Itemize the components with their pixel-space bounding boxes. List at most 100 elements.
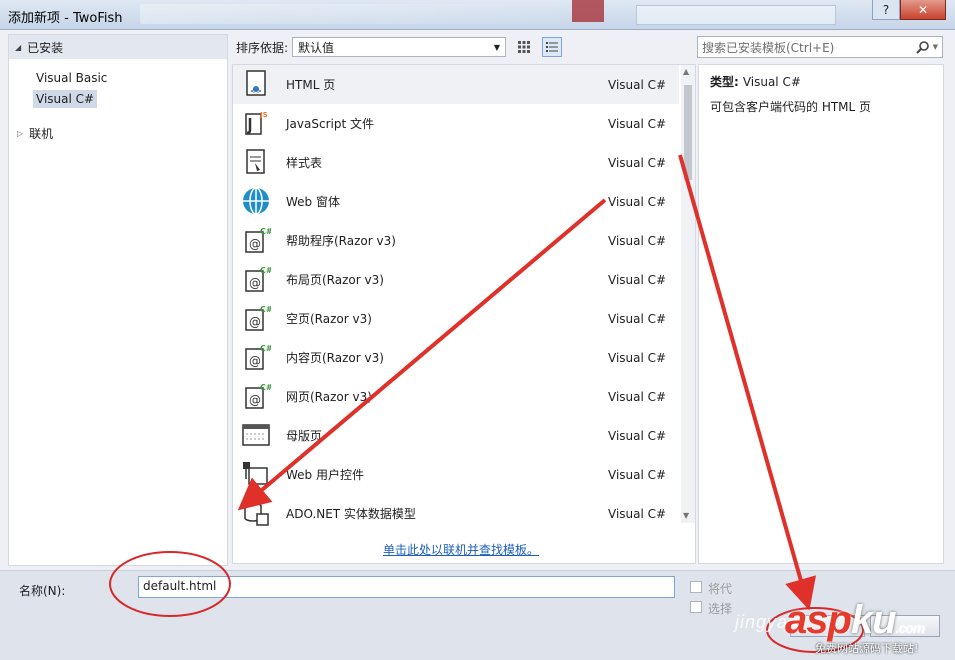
installed-label: 已安装: [27, 40, 64, 55]
template-row[interactable]: JS JavaScript 文件 Visual C#: [233, 104, 679, 143]
javascript-file-icon: JS: [241, 108, 271, 138]
template-language: Visual C#: [608, 350, 667, 365]
html-page-icon: < >: [241, 69, 271, 99]
find-templates-online-link[interactable]: 单击此处以联机并查找模板。: [383, 541, 539, 558]
background-window-searchbox: [636, 5, 836, 25]
razor-webpage-icon: @C#: [241, 381, 273, 411]
online-label: 联机: [29, 127, 54, 141]
svg-text:@: @: [249, 276, 261, 290]
web-form-icon: [241, 186, 271, 216]
tree-item-visual-basic[interactable]: Visual Basic: [33, 69, 110, 87]
template-row[interactable]: Web 用户控件 Visual C#: [233, 455, 679, 494]
svg-text:@: @: [249, 315, 261, 329]
template-language: Visual C#: [608, 272, 667, 287]
installed-node[interactable]: ◢ 已安装: [9, 35, 227, 59]
scroll-up-arrow-icon[interactable]: ▲: [683, 67, 689, 76]
watermark-brand-b: ku: [850, 598, 897, 642]
search-options-chevron-icon[interactable]: ▼: [933, 43, 938, 51]
template-language: Visual C#: [608, 467, 667, 482]
tree-item-visual-csharp[interactable]: Visual C#: [33, 90, 98, 108]
option-checkbox-2[interactable]: [690, 601, 702, 613]
template-name: Web 用户控件: [286, 468, 364, 482]
svg-text:@: @: [249, 393, 261, 407]
title-bar: 添加新项 - TwoFish ? ✕: [0, 0, 955, 30]
watermark-brand-c: .com: [895, 620, 926, 636]
expanded-triangle-icon[interactable]: ◢: [15, 43, 21, 52]
list-view-button[interactable]: [542, 37, 563, 57]
template-row[interactable]: < > HTML 页 Visual C#: [233, 65, 679, 104]
template-name: HTML 页: [286, 78, 336, 92]
template-name: 布局页(Razor v3): [286, 273, 384, 287]
svg-text:C#: C#: [260, 344, 271, 353]
option-checkbox-1-label: 将代: [708, 582, 733, 596]
template-row[interactable]: @C# 网页(Razor v3) Visual C#: [233, 377, 679, 416]
grid-view-icon: [518, 41, 531, 53]
ado-net-model-icon: [241, 498, 271, 528]
type-value: Visual C#: [742, 75, 801, 89]
template-name: 内容页(Razor v3): [286, 351, 384, 365]
template-language: Visual C#: [608, 428, 667, 443]
template-language: Visual C#: [608, 389, 667, 404]
chevron-down-icon: ▼: [493, 42, 501, 52]
search-box[interactable]: 搜索已安装模板(Ctrl+E) ▼: [697, 36, 943, 58]
name-field[interactable]: default.html: [138, 576, 675, 598]
template-row[interactable]: @C# 帮助程序(Razor v3) Visual C#: [233, 221, 679, 260]
template-language: Visual C#: [608, 194, 667, 209]
add-new-item-dialog: ◢ 已安装 Visual Basic Visual C# ▷ 联机 排序依据: …: [0, 30, 955, 660]
template-row[interactable]: Web 窗体 Visual C#: [233, 182, 679, 221]
option-checkbox-1[interactable]: [690, 581, 702, 593]
stylesheet-icon: [241, 147, 271, 177]
template-row[interactable]: ADO.NET 实体数据模型 Visual C#: [233, 494, 679, 533]
template-row[interactable]: @C# 空页(Razor v3) Visual C#: [233, 299, 679, 338]
scroll-down-arrow-icon[interactable]: ▼: [683, 511, 689, 520]
template-list: ADO.NET 实体数据模型 Visual C# Web 用户控件 Visual C#…: [232, 64, 696, 564]
help-button[interactable]: ?: [872, 0, 900, 20]
master-page-icon: [241, 420, 271, 450]
details-type: 类型: Visual C#: [710, 73, 801, 90]
razor-content-icon: @C#: [241, 342, 273, 372]
template-name: 母版页: [286, 429, 323, 443]
svg-text:@: @: [249, 237, 261, 251]
template-row[interactable]: 样式表 Visual C#: [233, 143, 679, 182]
search-icon[interactable]: [915, 40, 930, 54]
template-name: Web 窗体: [286, 195, 340, 209]
template-list-scrollbar[interactable]: ▲ ▼: [681, 65, 695, 523]
type-label: 类型:: [710, 75, 739, 89]
template-language: Visual C#: [608, 155, 667, 170]
sort-value: 默认值: [298, 40, 335, 55]
watermark-brand-a: asp: [785, 598, 852, 642]
search-input[interactable]: 搜索已安装模板(Ctrl+E): [702, 39, 916, 56]
list-view-icon: [546, 42, 559, 52]
razor-helper-icon: @C#: [241, 225, 273, 255]
svg-text:@: @: [249, 354, 261, 368]
template-row[interactable]: @C# 内容页(Razor v3) Visual C#: [233, 338, 679, 377]
template-row[interactable]: 母版页 Visual C#: [233, 416, 679, 455]
window-title: 添加新项 - TwoFish: [8, 11, 123, 26]
sort-label: 排序依据:: [236, 40, 289, 55]
svg-text:C#: C#: [260, 266, 271, 275]
template-name: 帮助程序(Razor v3): [286, 234, 396, 248]
close-button[interactable]: ✕: [900, 0, 946, 20]
category-tree: ◢ 已安装 Visual Basic Visual C# ▷ 联机: [8, 34, 228, 566]
template-name: 样式表: [286, 156, 323, 170]
svg-text:C#: C#: [260, 383, 271, 392]
template-language: Visual C#: [608, 77, 667, 92]
web-user-control-icon: [241, 459, 271, 489]
details-description: 可包含客户端代码的 HTML 页: [710, 100, 872, 114]
sort-dropdown[interactable]: 默认值 ▼: [292, 37, 507, 57]
online-node[interactable]: ▷ 联机: [17, 125, 53, 142]
template-language: Visual C#: [608, 311, 667, 326]
scrollbar-thumb[interactable]: [684, 85, 692, 180]
watermark-subtitle: 免费网站源码下载站!: [815, 642, 919, 655]
template-language: Visual C#: [608, 506, 667, 521]
option-checkbox-2-label: 选择: [708, 602, 733, 616]
svg-text:C#: C#: [260, 227, 271, 236]
template-row[interactable]: @C# 布局页(Razor v3) Visual C#: [233, 260, 679, 299]
template-details: 类型: Visual C# 可包含客户端代码的 HTML 页: [698, 64, 944, 564]
template-language: Visual C#: [608, 233, 667, 248]
collapsed-triangle-icon[interactable]: ▷: [17, 129, 23, 138]
razor-empty-icon: @C#: [241, 303, 273, 333]
svg-text:JS: JS: [259, 111, 268, 119]
small-icons-view-button[interactable]: [514, 37, 534, 57]
template-name: 空页(Razor v3): [286, 312, 372, 326]
